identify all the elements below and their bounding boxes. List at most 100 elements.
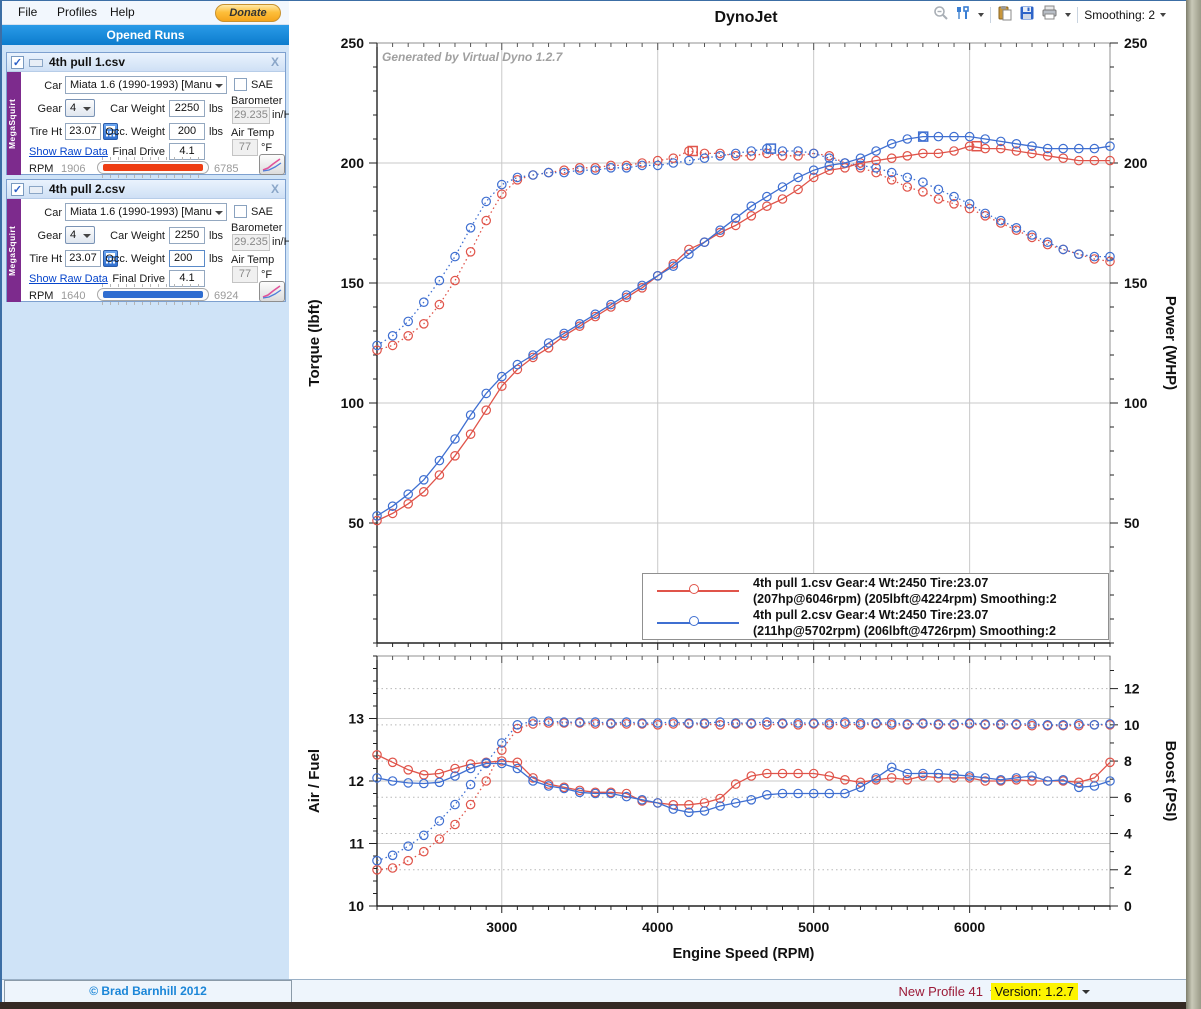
car-weight-label: Car Weight [103,103,165,115]
svg-text:8: 8 [1124,753,1132,769]
car-weight-label: Car Weight [103,230,165,242]
tire-ht-field[interactable]: 23.07 [65,123,101,140]
gear-select[interactable]: 4 [65,226,95,244]
run-panel-1-header: ✓ 4th pull 1.csv X [7,53,285,72]
rpm-min-value: 1640 [61,290,85,302]
sae-label: SAE [251,79,273,91]
blue-circle-icon [689,616,699,626]
barometer-label: Barometer [231,95,282,107]
run-panel-2: ✓ 4th pull 2.csv X MegaSquirt Car Miata … [6,179,286,302]
svg-text:250: 250 [341,35,365,51]
svg-text:12: 12 [1124,681,1140,697]
curves-icon [260,282,284,301]
svg-text:50: 50 [1124,515,1140,531]
app-window: File Profiles Help Donate Opened Runs ✓ … [0,0,1186,1002]
red-circle-icon [689,584,699,594]
run-enabled-checkbox[interactable]: ✓ [11,56,24,69]
show-raw-data-link[interactable]: Show Raw Data [29,273,108,285]
car-select[interactable]: Miata 1.6 (1990-1993) [Manu [65,203,227,221]
legend-marker-blue [643,616,753,630]
opened-runs-header: Opened Runs [2,25,289,45]
version-dropdown[interactable]: Version: 1.2.7 [991,983,1079,1000]
svg-text:150: 150 [341,275,365,291]
legend-marker-red [643,584,753,598]
menu-profiles[interactable]: Profiles [57,5,97,19]
rpm-max-value: 6785 [214,163,238,175]
profile-dropdown[interactable]: New Profile 41 [898,984,983,999]
rpm-slider-fill [103,164,203,171]
svg-text:0: 0 [1124,898,1132,914]
svg-text:4000: 4000 [642,919,673,935]
svg-text:12: 12 [348,773,364,789]
car-select-value: Miata 1.6 (1990-1993) [Manu [70,206,212,218]
car-select[interactable]: Miata 1.6 (1990-1993) [Manu [65,76,227,94]
occ-weight-label: Occ. Weight [103,253,165,265]
close-run-button[interactable]: X [271,55,279,69]
air-temp-unit: °F [261,142,272,154]
collapse-icon[interactable] [29,186,43,194]
menu-file[interactable]: File [18,5,37,19]
car-weight-field[interactable]: 2250 [169,100,205,117]
sae-checkbox[interactable] [234,78,247,91]
graph-options-button[interactable] [259,281,285,302]
air-temp-label: Air Temp [231,254,274,266]
barometer-field: 29.235 [232,234,270,251]
tire-ht-field[interactable]: 23.07 [65,250,101,267]
sae-checkbox[interactable] [234,205,247,218]
window-edge [1186,0,1201,1009]
chevron-down-icon[interactable] [1082,990,1090,994]
occ-weight-label: Occ. Weight [103,126,165,138]
lbs-label: lbs [209,253,223,265]
svg-text:11: 11 [349,836,364,852]
gear-select[interactable]: 4 [65,99,95,117]
rpm-max-value: 6924 [214,290,238,302]
collapse-icon[interactable] [29,59,43,67]
car-label: Car [32,207,62,219]
svg-text:Boost (PSI): Boost (PSI) [1162,741,1179,822]
occ-weight-field[interactable]: 200 [169,123,205,140]
gear-select-value: 4 [70,229,76,241]
run-panel-1: ✓ 4th pull 1.csv X MegaSquirt Car Miata … [6,52,286,175]
megasquirt-strip: MegaSquirt [7,72,21,175]
svg-text:6000: 6000 [954,919,985,935]
rpm-min-value: 1906 [61,163,85,175]
run-panel-2-header: ✓ 4th pull 2.csv X [7,180,285,199]
lbs-label: lbs [209,126,223,138]
donate-button[interactable]: Donate [215,4,281,22]
svg-text:2: 2 [1124,862,1132,878]
gear-select-value: 4 [70,102,76,114]
legend-run2-line1: 4th pull 2.csv Gear:4 Wt:2450 Tire:23.07 [753,607,1056,623]
close-run-button[interactable]: X [271,182,279,196]
svg-text:Torque (lbft): Torque (lbft) [306,299,323,386]
run-enabled-checkbox[interactable]: ✓ [11,183,24,196]
tire-ht-label: Tire Ht [25,253,62,265]
legend-entry-run1: 4th pull 1.csv Gear:4 Wt:2450 Tire:23.07… [643,575,1108,607]
occ-weight-field[interactable]: 200 [169,250,205,267]
status-bar: © Brad Barnhill 2012 New Profile 41 Vers… [2,979,1186,1002]
car-weight-field[interactable]: 2250 [169,227,205,244]
svg-text:100: 100 [1124,395,1148,411]
svg-text:250: 250 [1124,35,1148,51]
copyright-text: © Brad Barnhill 2012 [4,980,292,1002]
show-raw-data-link[interactable]: Show Raw Data [29,146,108,158]
plot: 5010015020025050100150200250Torque (lbft… [306,35,1179,650]
chevron-down-icon [83,234,91,238]
menu-help[interactable]: Help [110,5,135,19]
window-bottom-edge [0,1002,1186,1009]
rpm-range-slider[interactable] [97,161,209,174]
dyno-charts: 5010015020025050100150200250Torque (lbft… [289,1,1186,979]
rpm-range-slider[interactable] [97,288,209,301]
chevron-down-icon [83,107,91,111]
legend-run1-line2: (207hp@6046rpm) (205lbft@4224rpm) Smooth… [753,591,1057,607]
graph-options-button[interactable] [259,154,285,175]
run-title: 4th pull 2.csv [49,182,125,196]
svg-text:50: 50 [348,515,364,531]
svg-text:4: 4 [1124,826,1132,842]
svg-text:Power (WHP): Power (WHP) [1162,296,1179,390]
legend-run2-line2: (211hp@5702rpm) (206lbft@4726rpm) Smooth… [753,623,1056,639]
rpm-label: RPM [29,163,53,175]
air-temp-field: 77 [232,139,258,156]
gear-label: Gear [31,230,62,242]
rpm-label: RPM [29,290,53,302]
svg-text:Engine Speed (RPM): Engine Speed (RPM) [673,946,815,962]
